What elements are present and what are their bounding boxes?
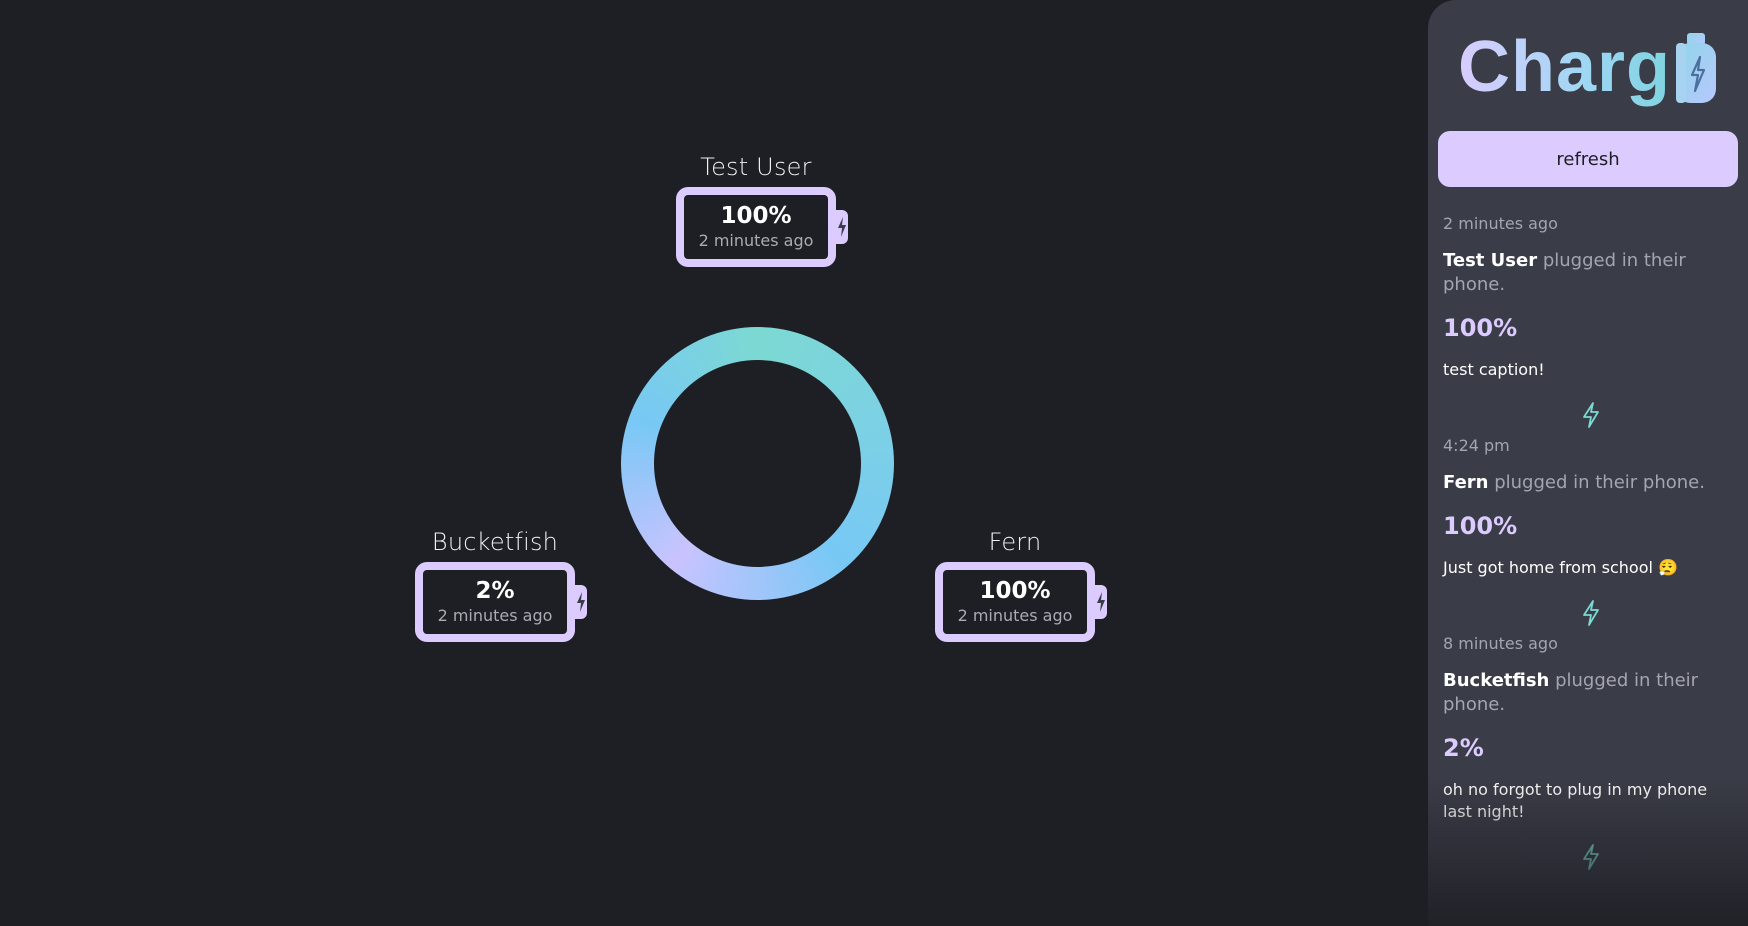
battery-charging-icon: [835, 210, 848, 244]
feed-percent: 2%: [1443, 734, 1484, 762]
feed-action: Test User plugged in their phone.: [1443, 249, 1738, 297]
feed-action: Bucketfish plugged in their phone.: [1443, 669, 1738, 717]
feed-user-name: Bucketfish: [1443, 670, 1550, 691]
battery-body: 100% 2 minutes ago: [935, 562, 1095, 642]
logo-text: Charg: [1458, 27, 1672, 107]
lightning-bolt-icon: [1443, 843, 1738, 871]
battery-percent: 100%: [720, 202, 792, 229]
feed-user-name: Test User: [1443, 250, 1538, 271]
user-name: Bucketfish: [431, 528, 559, 556]
user-card-bucketfish: Bucketfish 2% 2 minutes ago: [410, 528, 587, 642]
feed-action: Fern plugged in their phone.: [1443, 471, 1738, 495]
main-stage: Test User 100% 2 minutes ago Bucketfish …: [0, 0, 1428, 926]
user-card-test-user: Test User 100% 2 minutes ago: [671, 153, 848, 267]
user-name: Test User: [700, 153, 812, 181]
activity-sidebar: Charg refresh 2 minutes ago Test User pl…: [1428, 0, 1748, 926]
feed-percent: 100%: [1443, 314, 1518, 342]
app-logo: Charg: [1458, 22, 1719, 112]
battery-updated-time: 2 minutes ago: [698, 231, 814, 251]
feed-caption: test caption!: [1443, 360, 1545, 379]
battery-body: 100% 2 minutes ago: [676, 187, 836, 267]
user-card-fern: Fern 100% 2 minutes ago: [930, 528, 1107, 642]
battery-percent: 2%: [475, 577, 515, 604]
feed-percent: 100%: [1443, 512, 1518, 540]
refresh-button[interactable]: refresh: [1438, 131, 1738, 187]
battery-indicator: 100% 2 minutes ago: [676, 187, 848, 267]
battery-percent: 100%: [979, 577, 1051, 604]
battery-indicator: 100% 2 minutes ago: [935, 562, 1107, 642]
feed-time: 4:24 pm: [1443, 436, 1510, 455]
activity-feed: 2 minutes ago Test User plugged in their…: [1443, 213, 1738, 877]
feed-caption: oh no forgot to plug in my phone last ni…: [1443, 780, 1708, 821]
battery-updated-time: 2 minutes ago: [957, 606, 1073, 626]
logo-battery-icon: [1676, 33, 1717, 103]
feed-item: 4:24 pm Fern plugged in their phone. 100…: [1443, 435, 1738, 627]
battery-charging-icon: [574, 585, 587, 619]
battery-charging-icon: [1094, 585, 1107, 619]
feed-item: 8 minutes ago Bucketfish plugged in thei…: [1443, 633, 1738, 871]
feed-action-text: plugged in their phone.: [1488, 472, 1705, 493]
feed-caption: Just got home from school 😮‍💨: [1443, 558, 1678, 577]
lightning-bolt-icon: [1443, 401, 1738, 429]
battery-indicator: 2% 2 minutes ago: [415, 562, 587, 642]
battery-body: 2% 2 minutes ago: [415, 562, 575, 642]
feed-time: 8 minutes ago: [1443, 634, 1558, 653]
battery-updated-time: 2 minutes ago: [437, 606, 553, 626]
charge-ring: [621, 327, 894, 600]
feed-user-name: Fern: [1443, 472, 1489, 493]
feed-item: 2 minutes ago Test User plugged in their…: [1443, 213, 1738, 429]
lightning-bolt-icon: [1443, 599, 1738, 627]
feed-time: 2 minutes ago: [1443, 214, 1558, 233]
user-name: Fern: [988, 528, 1042, 556]
